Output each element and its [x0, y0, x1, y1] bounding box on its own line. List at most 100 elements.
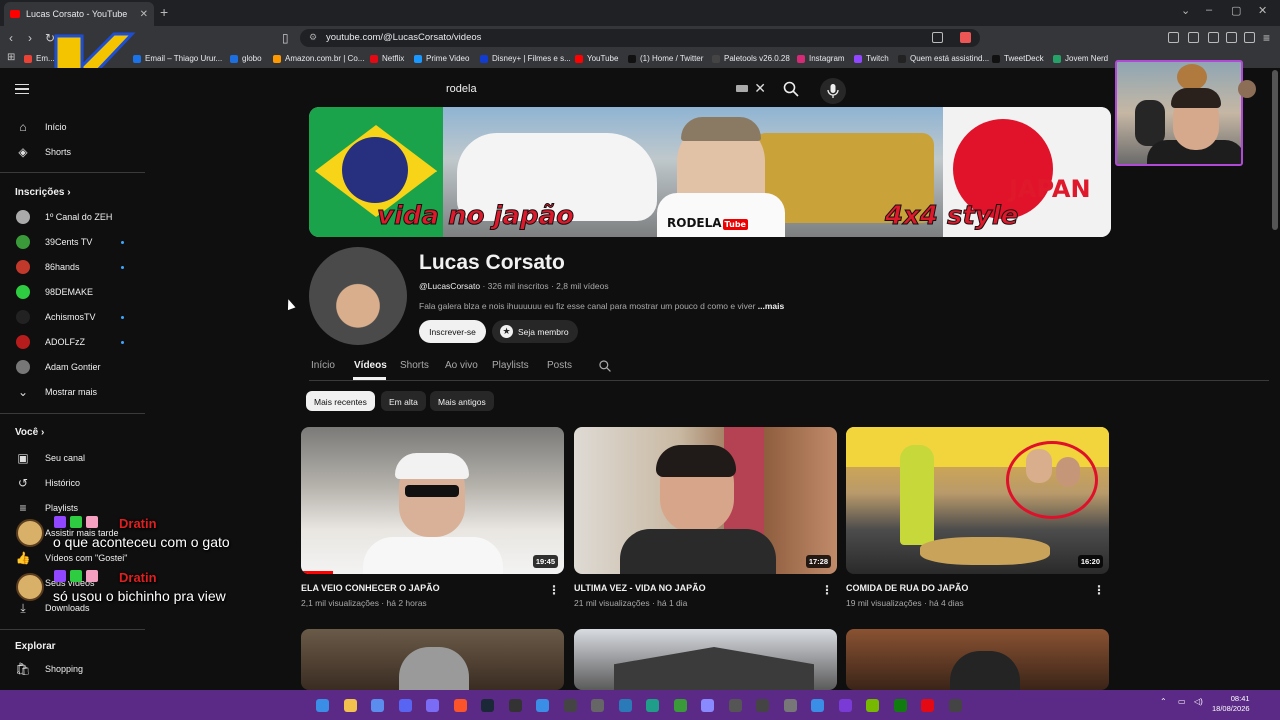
maximize-icon[interactable]: ▢ [1231, 4, 1241, 17]
subscription-item[interactable]: 1º Canal do ZEH [0, 206, 145, 228]
subscription-item[interactable]: 39Cents TV [0, 231, 145, 253]
app-icon[interactable] [618, 699, 632, 712]
discord-icon[interactable] [398, 699, 412, 712]
app-icon[interactable] [701, 699, 714, 712]
menu-icon[interactable]: ≡ [1263, 31, 1270, 45]
terminal-icon[interactable] [508, 699, 522, 712]
app-icon[interactable] [646, 699, 659, 712]
you-heading[interactable]: Você › [15, 427, 44, 438]
subscriptions-heading[interactable]: Inscrições › [15, 187, 71, 198]
bookmark-item[interactable]: globo [230, 54, 262, 63]
channel-description[interactable]: Fala galera blza e nois ihuuuuuu eu fiz … [419, 301, 784, 311]
brave-shield-icon[interactable] [960, 32, 971, 43]
close-tab-icon[interactable]: ✕ [140, 9, 148, 20]
video-title[interactable]: ELA VEIO CONHECER O JAPÃO [301, 583, 440, 593]
xbox-icon[interactable] [893, 699, 907, 712]
video-thumbnail[interactable] [846, 629, 1109, 690]
brave-icon[interactable] [453, 699, 467, 712]
sidebar-item[interactable]: ▣ Seu canal [0, 447, 145, 469]
apps-icon[interactable]: ⊞ [7, 52, 15, 63]
new-tab-icon[interactable]: + [160, 4, 168, 20]
extensions-icon[interactable] [1168, 32, 1179, 43]
subscription-item[interactable]: Adam Gontier [0, 356, 145, 378]
browser-tab[interactable]: Lucas Corsato - YouTube ✕ [4, 2, 154, 26]
chevron-down-icon[interactable]: ⌄ [1181, 4, 1190, 17]
sidebar-item[interactable]: ↺ Histórico [0, 472, 145, 494]
channel-search-icon[interactable] [598, 359, 612, 373]
tab-inicio[interactable]: Início [311, 360, 335, 371]
r-app-icon[interactable] [948, 699, 962, 712]
vpn-app-icon[interactable] [536, 699, 549, 712]
app-icon[interactable] [756, 699, 769, 712]
browser-icon[interactable] [371, 699, 384, 712]
bookmark-item[interactable]: Netflix [370, 54, 404, 63]
app-icon[interactable] [811, 699, 824, 712]
page-scrollbar[interactable] [1272, 70, 1278, 230]
obs-icon[interactable] [426, 699, 439, 712]
tray-chevron-icon[interactable]: ⌃ [1160, 697, 1167, 706]
bookmark-item[interactable]: Email – Thiago Urur... [133, 54, 222, 63]
chip-oldest[interactable]: Mais antigos [430, 391, 494, 411]
leo-icon[interactable] [1226, 32, 1237, 43]
tab-videos[interactable]: Vídeos [354, 360, 387, 371]
video-thumbnail[interactable]: 17:28 [574, 427, 837, 574]
keyboard-icon[interactable] [736, 85, 748, 92]
tab-posts[interactable]: Posts [547, 360, 572, 371]
video-thumbnail[interactable]: 16:20 [846, 427, 1109, 574]
minimize-icon[interactable]: – [1206, 4, 1212, 16]
volume-icon[interactable]: ◁) [1194, 697, 1203, 706]
sidebar-item[interactable]: 👍 Vídeos com "Gostei" [0, 547, 145, 569]
clear-search-icon[interactable]: ✕ [754, 80, 766, 97]
youtube-music-icon[interactable] [921, 699, 934, 712]
url-field[interactable]: ⚙ youtube.com/@LucasCorsato/videos [300, 29, 980, 47]
subscription-item[interactable]: 86hands [0, 256, 145, 278]
app-icon[interactable] [838, 699, 852, 712]
back-icon[interactable]: ‹ [9, 31, 13, 45]
bookmark-item[interactable]: TweetDeck [992, 54, 1044, 63]
subscription-item[interactable]: AchismosTV [0, 306, 145, 328]
app-icon[interactable] [783, 699, 797, 712]
bookmark-item[interactable]: Paletools v26.0.28 [712, 54, 790, 63]
voice-search-button[interactable] [820, 78, 846, 104]
video-title[interactable]: COMIDA DE RUA DO JAPÃO [846, 583, 968, 593]
bookmark-item[interactable]: Instagram [797, 54, 845, 63]
file-explorer-icon[interactable] [343, 699, 357, 712]
guide-menu-icon[interactable] [15, 84, 29, 94]
system-clock[interactable]: 08:41 18/08/2026 [1212, 694, 1250, 714]
cast-icon[interactable] [932, 32, 943, 43]
sidebar-item[interactable]: ◈ Shorts [0, 141, 145, 163]
app-icon[interactable] [673, 699, 687, 712]
video-title[interactable]: ULTIMA VEZ - VIDA NO JAPÃO [574, 583, 706, 593]
network-icon[interactable]: ▭ [1178, 697, 1186, 706]
vpn-icon[interactable] [1244, 32, 1255, 43]
close-window-icon[interactable]: ✕ [1258, 4, 1267, 17]
bookmark-item[interactable]: Em... [24, 54, 55, 63]
notes-icon[interactable] [591, 699, 604, 712]
tab-shorts[interactable]: Shorts [400, 360, 429, 371]
channel-avatar[interactable] [309, 247, 407, 345]
subscribe-button[interactable]: Inscrever-se [419, 320, 486, 343]
more-actions-icon[interactable]: ⋮ [548, 583, 560, 597]
chip-popular[interactable]: Em alta [381, 391, 426, 411]
bookmark-item[interactable]: Prime Video [414, 54, 469, 63]
sidebar-item[interactable]: ⌂ Início [0, 116, 145, 138]
video-thumbnail[interactable] [574, 629, 837, 690]
search-icon[interactable] [782, 80, 800, 98]
search-input[interactable]: rodela ✕ [438, 76, 778, 102]
more-link[interactable]: ...mais [758, 301, 784, 311]
bookmark-item[interactable]: Disney+ | Filmes e s... [480, 54, 571, 63]
more-actions-icon[interactable]: ⋮ [821, 583, 833, 597]
bookmark-item[interactable]: Quem está assistind... [898, 54, 989, 63]
bookmark-icon[interactable]: ▯ [282, 31, 289, 45]
nvidia-icon[interactable] [866, 699, 879, 712]
media-icon[interactable] [563, 699, 577, 712]
show-more-button[interactable]: Mostrar mais ⌄ [0, 381, 145, 403]
video-thumbnail[interactable]: 19:45 [301, 427, 564, 574]
sidebar-icon[interactable] [1188, 32, 1199, 43]
join-member-button[interactable]: ★ Seja membro [492, 320, 578, 343]
epic-games-icon[interactable] [728, 699, 742, 712]
site-info-icon[interactable]: ⚙ [309, 32, 317, 43]
forward-icon[interactable]: › [28, 31, 32, 45]
chip-latest[interactable]: Mais recentes [306, 391, 375, 411]
account-avatar[interactable] [1238, 80, 1256, 98]
